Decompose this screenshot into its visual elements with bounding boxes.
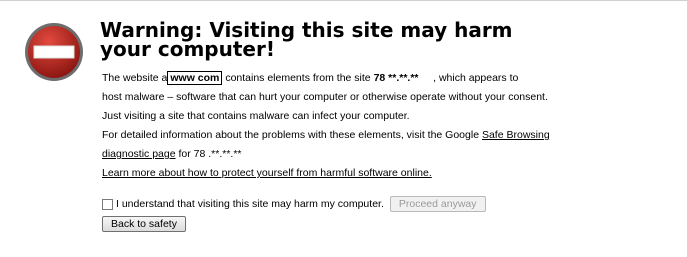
body-line-4: For detailed information about the probl… bbox=[102, 126, 622, 145]
body-line-3: Just visiting a site that contains malwa… bbox=[102, 110, 410, 122]
body-line-6: Learn more about how to protect yourself… bbox=[102, 164, 622, 183]
proceed-anyway-button[interactable]: Proceed anyway bbox=[389, 196, 486, 212]
understand-label: I understand that visiting this site may… bbox=[116, 198, 384, 210]
text-contains-elements: contains elements from the site bbox=[225, 72, 371, 84]
masked-ip: 78 **.**.** bbox=[373, 72, 419, 84]
stop-sign-icon bbox=[25, 23, 83, 81]
page-frame: Warning: Visiting this site may harm you… bbox=[0, 0, 687, 257]
learn-more-link[interactable]: Learn more about how to protect yourself… bbox=[102, 167, 432, 179]
text-appears-to: , which appears to bbox=[433, 72, 519, 84]
back-row: Back to safety bbox=[102, 215, 486, 233]
diagnostic-page-link[interactable]: diagnostic page bbox=[102, 148, 176, 160]
actions: I understand that visiting this site may… bbox=[102, 195, 486, 233]
warning-title: Warning: Visiting this site may harm you… bbox=[100, 18, 513, 61]
text-website-prefix: The website a bbox=[102, 72, 168, 84]
back-to-safety-button[interactable]: Back to safety bbox=[102, 216, 186, 232]
safe-browsing-link[interactable]: Safe Browsing bbox=[482, 129, 550, 141]
masked-website: www com bbox=[167, 71, 223, 85]
body-line-1: The website a www com contains elements f… bbox=[102, 69, 622, 88]
understand-row: I understand that visiting this site may… bbox=[102, 195, 486, 213]
warning-body: The website a www com contains elements f… bbox=[102, 69, 622, 183]
body-line-5: diagnostic page for 78 .**.**.** bbox=[102, 145, 622, 164]
text-detailed-info: For detailed information about the probl… bbox=[102, 129, 480, 141]
understand-checkbox[interactable] bbox=[102, 198, 113, 210]
text-for-ip: for 78 .**.**.** bbox=[178, 148, 242, 160]
body-line-2: host malware – software that can hurt yo… bbox=[102, 91, 548, 103]
